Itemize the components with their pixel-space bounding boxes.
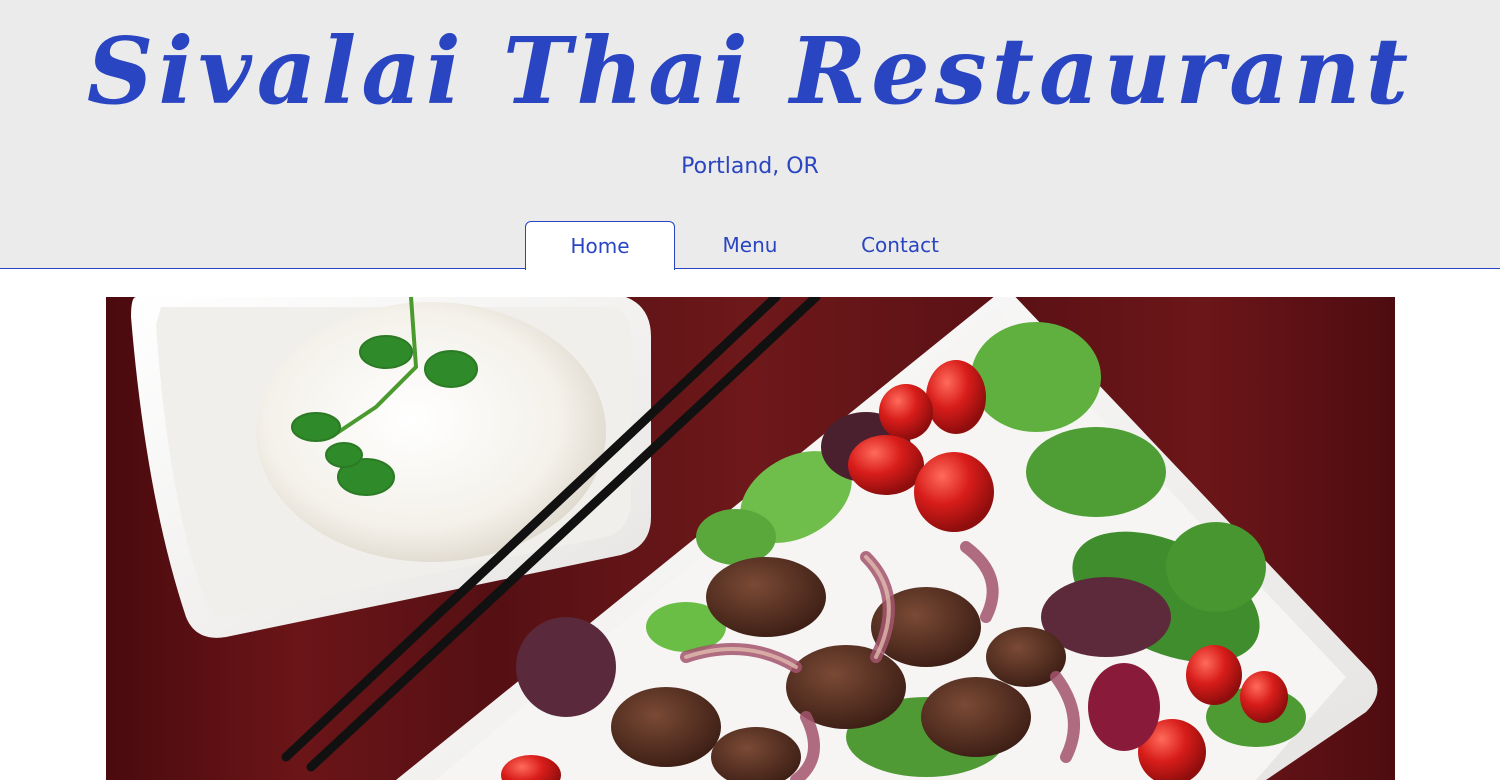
site-location: Portland, OR — [681, 154, 819, 179]
tab-contact[interactable]: Contact — [825, 221, 975, 269]
site-header: Sivalai Thai Restaurant Portland, OR Hom… — [0, 0, 1500, 270]
site-title: Sivalai Thai Restaurant — [86, 17, 1414, 125]
main-nav: Home Menu Contact — [525, 221, 975, 270]
tab-menu[interactable]: Menu — [675, 221, 825, 269]
hero-food-photo — [106, 297, 1395, 780]
tab-home[interactable]: Home — [525, 221, 675, 270]
